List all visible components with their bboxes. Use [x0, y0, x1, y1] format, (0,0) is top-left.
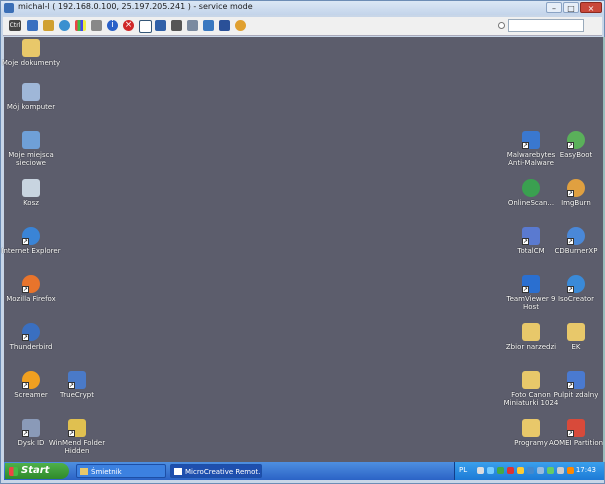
monitor-icon[interactable] [27, 20, 38, 31]
folder-icon [80, 468, 88, 475]
isocreator-icon: ↗ [567, 275, 585, 293]
folder-photo-icon [522, 371, 540, 389]
desktop-icon-imgburn[interactable]: ↗ ImgBurn [545, 179, 605, 207]
tray-alert-icon[interactable] [507, 467, 514, 474]
search-radio[interactable] [498, 22, 505, 29]
files-icon[interactable] [203, 20, 214, 31]
desktop-icon-aomei[interactable]: ↗ AOMEI Partition [545, 419, 605, 447]
remote-desktop: Moje dokumenty Mój komputer Moje miejsca… [1, 37, 605, 462]
desktop-icon-moje-miejsca[interactable]: Moje miejsca sieciowe [0, 131, 62, 167]
desktop-icon-internet-explorer[interactable]: ↗ Internet Explorer [0, 227, 62, 255]
tray-arrow-icon[interactable] [477, 467, 484, 474]
desktop-icon-firefox[interactable]: ↗ Mozilla Firefox [0, 275, 62, 303]
aomei-icon: ↗ [567, 419, 585, 437]
desktop-icon-kosz[interactable]: Kosz [0, 179, 62, 207]
totalcm-icon: ↗ [522, 227, 540, 245]
chat-icon[interactable] [91, 20, 102, 31]
imgburn-icon: ↗ [567, 179, 585, 197]
remote-window: michal-l ( 192.168.0.100, 25.197.205.241… [0, 0, 605, 484]
stop-icon[interactable]: × [123, 20, 134, 31]
screen-icon[interactable] [155, 20, 166, 31]
window-title: michal-l ( 192.168.0.100, 25.197.205.241… [18, 2, 253, 11]
language-indicator[interactable]: PL [459, 466, 467, 474]
desktop-icon-truecrypt[interactable]: ↗ TrueCrypt [46, 371, 108, 399]
tray-sync-icon[interactable] [527, 467, 534, 474]
clock[interactable]: 17:43 [576, 466, 596, 474]
keyboard-icon[interactable] [171, 20, 182, 31]
winmend-icon: ↗ [68, 419, 86, 437]
tray-info-icon[interactable] [517, 467, 524, 474]
sync-icon[interactable] [59, 20, 70, 31]
desktop-icon-winmend[interactable]: ↗ WinMend Folder Hidden [46, 419, 108, 455]
firefox-icon: ↗ [22, 275, 40, 293]
truecrypt-icon: ↗ [68, 371, 86, 389]
remote-toolbar: Ctrl i × [3, 17, 602, 36]
maximize-button[interactable]: □ [563, 2, 579, 13]
search-input[interactable] [508, 19, 584, 32]
tray-app-icon[interactable] [547, 467, 554, 474]
easyboot-icon: ↗ [567, 131, 585, 149]
tray-shield-icon[interactable] [497, 467, 504, 474]
system-tray: PL 17:43 [454, 462, 604, 480]
recycle-bin-icon [22, 179, 40, 197]
thunderbird-icon: ↗ [22, 323, 40, 341]
desktop-icon-isocreator[interactable]: ↗ IsoCreator [545, 275, 605, 303]
folder-tools-icon [522, 323, 540, 341]
clipboard-icon[interactable] [187, 20, 198, 31]
minimize-button[interactable]: – [546, 2, 562, 13]
malwarebytes-icon: ↗ [522, 131, 540, 149]
network-places-icon [22, 131, 40, 149]
remote-app-icon [174, 468, 182, 475]
folder-ek-icon [567, 323, 585, 341]
desktop-icon-easyboot[interactable]: ↗ EasyBoot [545, 131, 605, 159]
connect-icon[interactable] [235, 20, 246, 31]
teamviewer-icon: ↗ [522, 275, 540, 293]
tray-usb-icon[interactable] [557, 467, 564, 474]
start-button[interactable]: Start [5, 463, 69, 479]
onlinescan-icon [522, 179, 540, 197]
app-icon [4, 3, 14, 13]
info-icon[interactable]: i [107, 20, 118, 31]
remote-desktop-icon: ↗ [567, 371, 585, 389]
close-button[interactable]: × [580, 2, 602, 13]
window-icon[interactable] [139, 20, 152, 33]
tray-volume-icon[interactable] [537, 467, 544, 474]
desktop-icon-moj-komputer[interactable]: Mój komputer [0, 83, 62, 111]
screamer-icon: ↗ [22, 371, 40, 389]
cdburnerxp-icon: ↗ [567, 227, 585, 245]
taskbar: Start Śmietnik MicroCreative Remot... PL… [4, 462, 604, 480]
windows-icon[interactable] [75, 20, 86, 31]
desktop-icon-moje-dokumenty[interactable]: Moje dokumenty [0, 39, 62, 67]
title-bar[interactable]: michal-l ( 192.168.0.100, 25.197.205.241… [1, 1, 604, 15]
desktop-icon-cdburnerxp[interactable]: ↗ CDBurnerXP [545, 227, 605, 255]
folder-programs-icon [522, 419, 540, 437]
tray-update-icon[interactable] [567, 467, 574, 474]
desktop-icon-ek[interactable]: EK [545, 323, 605, 351]
refresh-icon[interactable]: Ctrl [9, 20, 21, 31]
internet-explorer-icon: ↗ [22, 227, 40, 245]
network-icon[interactable] [219, 20, 230, 31]
desktop-icon-pulpit-zdalny[interactable]: ↗ Pulpit zdalny [545, 371, 605, 399]
desktop-icon-thunderbird[interactable]: ↗ Thunderbird [0, 323, 62, 351]
disk-id-icon: ↗ [22, 419, 40, 437]
windows-flag-icon [9, 467, 18, 476]
computer-icon [22, 83, 40, 101]
task-microcreative[interactable]: MicroCreative Remot... [170, 464, 262, 478]
tray-network-icon[interactable] [487, 467, 494, 474]
transfer-icon[interactable] [43, 20, 54, 31]
folder-documents-icon [22, 39, 40, 57]
task-smietnik[interactable]: Śmietnik [76, 464, 166, 478]
